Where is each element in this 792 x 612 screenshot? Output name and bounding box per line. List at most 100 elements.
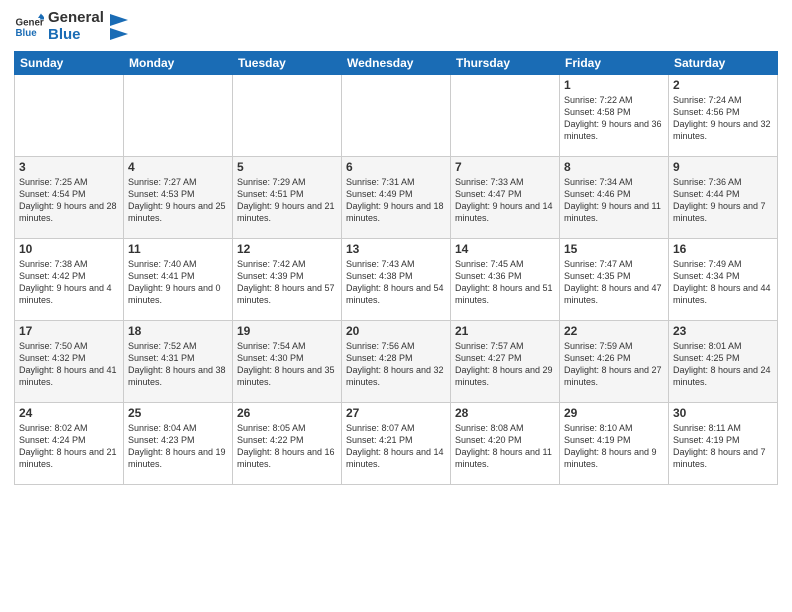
day-info: Sunrise: 7:34 AMSunset: 4:46 PMDaylight:… [564,176,664,225]
day-info: Sunrise: 7:57 AMSunset: 4:27 PMDaylight:… [455,340,555,389]
logo: General Blue General Blue [14,10,128,43]
calendar-cell: 16 Sunrise: 7:49 AMSunset: 4:34 PMDayligh… [669,239,778,321]
day-info: Sunrise: 7:49 AMSunset: 4:34 PMDaylight:… [673,258,773,307]
calendar-cell: 26Sunrise: 8:05 AMSunset: 4:22 PMDayligh… [233,403,342,485]
day-number: 15 [564,242,664,256]
day-info: Sunrise: 7:50 AMSunset: 4:32 PMDaylight:… [19,340,119,389]
day-number: 22 [564,324,664,338]
day-info: Sunrise: 8:11 AMSunset: 4:19 PMDaylight:… [673,422,773,471]
day-number: 5 [237,160,337,174]
day-info: Sunrise: 7:42 AMSunset: 4:39 PMDaylight:… [237,258,337,307]
calendar-cell [233,75,342,157]
calendar-cell: 19 Sunrise: 7:54 AMSunset: 4:30 PMDayligh… [233,321,342,403]
calendar-cell: 2Sunrise: 7:24 AMSunset: 4:56 PMDaylight… [669,75,778,157]
day-number: 2 [673,78,773,92]
calendar-cell: 21 Sunrise: 7:57 AMSunset: 4:27 PMDayligh… [451,321,560,403]
day-number: 3 [19,160,119,174]
calendar-cell: 7 Sunrise: 7:33 AMSunset: 4:47 PMDaylight… [451,157,560,239]
calendar-cell: 28 Sunrise: 8:08 AMSunset: 4:20 PMDayligh… [451,403,560,485]
day-number: 18 [128,324,228,338]
calendar-cell: 18 Sunrise: 7:52 AMSunset: 4:31 PMDayligh… [124,321,233,403]
page-header: General Blue General Blue [14,10,778,43]
calendar-cell: 9 Sunrise: 7:36 AMSunset: 4:44 PMDaylight… [669,157,778,239]
calendar-table: SundayMondayTuesdayWednesdayThursdayFrid… [14,51,778,485]
page-container: General Blue General Blue SundayMondayTu… [0,0,792,612]
day-info: Sunrise: 7:47 AMSunset: 4:35 PMDaylight:… [564,258,664,307]
calendar-cell: 30Sunrise: 8:11 AMSunset: 4:19 PMDayligh… [669,403,778,485]
day-number: 7 [455,160,555,174]
day-info: Sunrise: 7:56 AMSunset: 4:28 PMDaylight:… [346,340,446,389]
svg-text:General: General [16,17,45,28]
day-number: 28 [455,406,555,420]
calendar-week-row: 3 Sunrise: 7:25 AMSunset: 4:54 PMDaylight… [15,157,778,239]
calendar-header-tuesday: Tuesday [233,52,342,75]
day-number: 23 [673,324,773,338]
day-info: Sunrise: 7:33 AMSunset: 4:47 PMDaylight:… [455,176,555,225]
day-info: Sunrise: 7:43 AMSunset: 4:38 PMDaylight:… [346,258,446,307]
day-info: Sunrise: 8:07 AMSunset: 4:21 PMDaylight:… [346,422,446,471]
day-info: Sunrise: 7:27 AMSunset: 4:53 PMDaylight:… [128,176,228,225]
calendar-cell: 11 Sunrise: 7:40 AMSunset: 4:41 PMDayligh… [124,239,233,321]
day-number: 21 [455,324,555,338]
calendar-header-row: SundayMondayTuesdayWednesdayThursdayFrid… [15,52,778,75]
day-info: Sunrise: 7:38 AMSunset: 4:42 PMDaylight:… [19,258,119,307]
calendar-cell: 24Sunrise: 8:02 AMSunset: 4:24 PMDayligh… [15,403,124,485]
day-number: 12 [237,242,337,256]
logo-general: General [48,10,104,27]
day-number: 1 [564,78,664,92]
day-number: 27 [346,406,446,420]
day-info: Sunrise: 8:08 AMSunset: 4:20 PMDaylight:… [455,422,555,471]
day-number: 26 [237,406,337,420]
calendar-cell: 29 Sunrise: 8:10 AMSunset: 4:19 PMDayligh… [560,403,669,485]
calendar-cell: 4Sunrise: 7:27 AMSunset: 4:53 PMDaylight… [124,157,233,239]
day-number: 17 [19,324,119,338]
day-info: Sunrise: 7:40 AMSunset: 4:41 PMDaylight:… [128,258,228,307]
calendar-cell [342,75,451,157]
calendar-week-row: 17 Sunrise: 7:50 AMSunset: 4:32 PMDayligh… [15,321,778,403]
day-info: Sunrise: 7:45 AMSunset: 4:36 PMDaylight:… [455,258,555,307]
day-info: Sunrise: 7:59 AMSunset: 4:26 PMDaylight:… [564,340,664,389]
day-number: 14 [455,242,555,256]
calendar-week-row: 1 Sunrise: 7:22 AMSunset: 4:58 PMDaylight… [15,75,778,157]
day-number: 19 [237,324,337,338]
day-number: 6 [346,160,446,174]
calendar-cell: 3 Sunrise: 7:25 AMSunset: 4:54 PMDaylight… [15,157,124,239]
day-number: 25 [128,406,228,420]
calendar-cell [124,75,233,157]
day-info: Sunrise: 7:52 AMSunset: 4:31 PMDaylight:… [128,340,228,389]
day-info: Sunrise: 8:10 AMSunset: 4:19 PMDaylight:… [564,422,664,471]
calendar-cell: 20 Sunrise: 7:56 AMSunset: 4:28 PMDayligh… [342,321,451,403]
day-number: 9 [673,160,773,174]
svg-text:Blue: Blue [16,28,38,39]
calendar-header-monday: Monday [124,52,233,75]
calendar-header-wednesday: Wednesday [342,52,451,75]
day-number: 11 [128,242,228,256]
calendar-cell [15,75,124,157]
calendar-cell: 22 Sunrise: 7:59 AMSunset: 4:26 PMDayligh… [560,321,669,403]
calendar-week-row: 10Sunrise: 7:38 AMSunset: 4:42 PMDayligh… [15,239,778,321]
day-number: 29 [564,406,664,420]
day-info: Sunrise: 8:02 AMSunset: 4:24 PMDaylight:… [19,422,119,471]
calendar-cell: 25Sunrise: 8:04 AMSunset: 4:23 PMDayligh… [124,403,233,485]
calendar-week-row: 24Sunrise: 8:02 AMSunset: 4:24 PMDayligh… [15,403,778,485]
day-info: Sunrise: 7:54 AMSunset: 4:30 PMDaylight:… [237,340,337,389]
day-info: Sunrise: 7:25 AMSunset: 4:54 PMDaylight:… [19,176,119,225]
calendar-header-sunday: Sunday [15,52,124,75]
day-info: Sunrise: 7:29 AMSunset: 4:51 PMDaylight:… [237,176,337,225]
calendar-cell: 8Sunrise: 7:34 AMSunset: 4:46 PMDaylight… [560,157,669,239]
calendar-cell: 23Sunrise: 8:01 AMSunset: 4:25 PMDayligh… [669,321,778,403]
day-number: 20 [346,324,446,338]
day-number: 16 [673,242,773,256]
calendar-cell: 5 Sunrise: 7:29 AMSunset: 4:51 PMDaylight… [233,157,342,239]
logo-flag-icon [108,12,128,42]
calendar-header-friday: Friday [560,52,669,75]
calendar-cell [451,75,560,157]
calendar-header-saturday: Saturday [669,52,778,75]
calendar-cell: 27 Sunrise: 8:07 AMSunset: 4:21 PMDayligh… [342,403,451,485]
logo-blue: Blue [48,27,104,44]
day-info: Sunrise: 7:22 AMSunset: 4:58 PMDaylight:… [564,94,664,143]
calendar-cell: 6Sunrise: 7:31 AMSunset: 4:49 PMDaylight… [342,157,451,239]
day-number: 13 [346,242,446,256]
calendar-cell: 14 Sunrise: 7:45 AMSunset: 4:36 PMDayligh… [451,239,560,321]
day-info: Sunrise: 7:36 AMSunset: 4:44 PMDaylight:… [673,176,773,225]
